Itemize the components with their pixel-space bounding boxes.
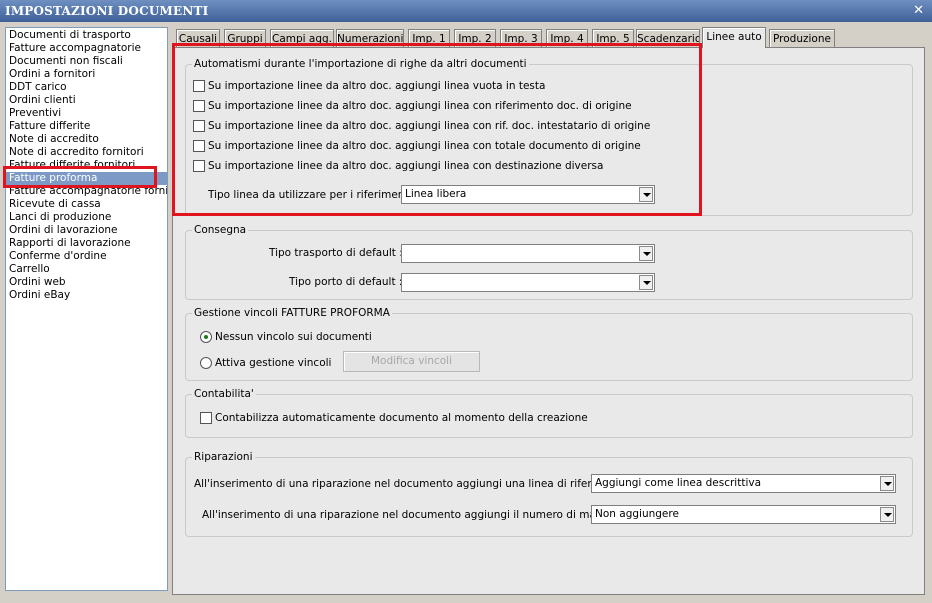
radio-label: Nessun vincolo sui documenti [215, 331, 372, 343]
automatismi-title: Automatismi durante l'importazione di ri… [192, 57, 529, 71]
document-type-list[interactable]: Documenti di trasporto Fatture accompagn… [5, 27, 168, 591]
tab-campi-agg[interactable]: Campi agg. [270, 29, 334, 47]
consegna-title: Consegna [192, 223, 249, 237]
list-item[interactable]: Lanci di produzione [9, 211, 111, 224]
tab-panel-linee-auto: Automatismi durante l'importazione di ri… [172, 47, 925, 595]
checkbox-label: Su importazione linee da altro doc. aggi… [208, 100, 632, 112]
checkbox-label: Su importazione linee da altro doc. aggi… [208, 120, 651, 132]
list-item[interactable]: Fatture accompagnatorie [9, 42, 141, 55]
tab-linee-auto[interactable]: Linee auto [702, 27, 766, 48]
trasporto-label: Tipo trasporto di default : [269, 247, 403, 259]
porto-label: Tipo porto di default : [289, 276, 403, 288]
list-item[interactable]: Ordini web [9, 276, 66, 289]
modifica-vincoli-button[interactable]: Modifica vincoli [343, 351, 480, 372]
checkbox-contabilizza[interactable] [200, 412, 212, 424]
list-item[interactable]: Fatture differite [9, 120, 90, 133]
tab-scadenzario[interactable]: Scadenzario [636, 29, 700, 47]
list-item[interactable]: Documenti di trasporto [9, 29, 131, 42]
trasporto-select[interactable] [401, 244, 655, 263]
list-item[interactable]: DDT carico [9, 81, 67, 94]
checkbox-label: Su importazione linee da altro doc. aggi… [208, 140, 641, 152]
riferimento-label: All'inserimento di una riparazione nel d… [194, 478, 636, 490]
tab-imp-5[interactable]: Imp. 5 [592, 29, 634, 47]
tab-numerazioni[interactable]: Numerazioni [336, 29, 404, 47]
checkbox-destinazione-diversa[interactable] [193, 160, 205, 172]
chevron-down-icon[interactable] [880, 476, 894, 491]
checkbox-rif-doc-origine[interactable] [193, 100, 205, 112]
list-item[interactable]: Note di accredito fornitori [9, 146, 144, 159]
list-item[interactable]: Ordini eBay [9, 289, 70, 302]
list-item-selected[interactable]: Fatture proforma [6, 172, 167, 185]
tipo-linea-select[interactable]: Linea libera [401, 185, 655, 204]
riferimento-select[interactable]: Aggiungi come linea descrittiva [591, 474, 896, 493]
checkbox-rif-intestatario[interactable] [193, 120, 205, 132]
tab-strip: Causali Gruppi Campi agg. Numerazioni Im… [172, 27, 932, 48]
riparazioni-group: Riparazioni [185, 450, 913, 537]
tab-imp-4[interactable]: Imp. 4 [546, 29, 588, 47]
matricola-value: Non aggiungere [595, 508, 679, 520]
chevron-down-icon[interactable] [880, 507, 894, 522]
list-item[interactable]: Ordini clienti [9, 94, 76, 107]
list-item[interactable]: Conferme d'ordine [9, 250, 107, 263]
close-icon[interactable]: ✕ [913, 0, 924, 22]
riparazioni-title: Riparazioni [192, 450, 255, 464]
tipo-linea-label: Tipo linea da utilizzare per i riferimen… [208, 189, 419, 201]
tab-imp-1[interactable]: Imp. 1 [408, 29, 450, 47]
list-item[interactable]: Note di accredito [9, 133, 99, 146]
checkbox-linea-vuota[interactable] [193, 80, 205, 92]
window-titlebar: IMPOSTAZIONI DOCUMENTI ✕ [0, 0, 932, 22]
list-item[interactable]: Ordini a fornitori [9, 68, 95, 81]
tab-imp-2[interactable]: Imp. 2 [454, 29, 496, 47]
checkbox-label: Su importazione linee da altro doc. aggi… [208, 80, 546, 92]
tab-imp-3[interactable]: Imp. 3 [500, 29, 542, 47]
list-item[interactable]: Rapporti di lavorazione [9, 237, 131, 250]
porto-select[interactable] [401, 273, 655, 292]
chevron-down-icon[interactable] [639, 246, 653, 261]
tab-produzione[interactable]: Produzione [769, 29, 835, 47]
chevron-down-icon[interactable] [639, 187, 653, 202]
list-item[interactable]: Preventivi [9, 107, 61, 120]
radio-label: Attiva gestione vincoli [215, 357, 332, 369]
vincoli-title: Gestione vincoli FATTURE PROFORMA [192, 306, 392, 320]
window-title: IMPOSTAZIONI DOCUMENTI [5, 4, 209, 18]
vincoli-group: Gestione vincoli FATTURE PROFORMA [185, 306, 913, 381]
radio-nessun-vincolo[interactable] [200, 331, 212, 343]
list-item[interactable]: Carrello [9, 263, 50, 276]
tipo-linea-value: Linea libera [405, 188, 467, 200]
list-item[interactable]: Ordini di lavorazione [9, 224, 118, 237]
checkbox-totale-documento[interactable] [193, 140, 205, 152]
list-item[interactable]: Ricevute di cassa [9, 198, 101, 211]
matricola-label: All'inserimento di una riparazione nel d… [202, 509, 636, 521]
list-item[interactable]: Fatture accompagnatorie fornitori [9, 185, 167, 198]
riferimento-value: Aggiungi come linea descrittiva [595, 477, 762, 489]
checkbox-label: Su importazione linee da altro doc. aggi… [208, 160, 604, 172]
tab-causali[interactable]: Causali [176, 29, 220, 47]
contabilita-title: Contabilita' [192, 387, 256, 401]
checkbox-label: Contabilizza automaticamente documento a… [215, 412, 588, 424]
list-item[interactable]: Fatture differite fornitori [9, 159, 135, 172]
list-item[interactable]: Documenti non fiscali [9, 55, 123, 68]
chevron-down-icon[interactable] [639, 275, 653, 290]
tab-gruppi[interactable]: Gruppi [224, 29, 266, 47]
matricola-select[interactable]: Non aggiungere [591, 505, 896, 524]
radio-attiva-vincoli[interactable] [200, 357, 212, 369]
